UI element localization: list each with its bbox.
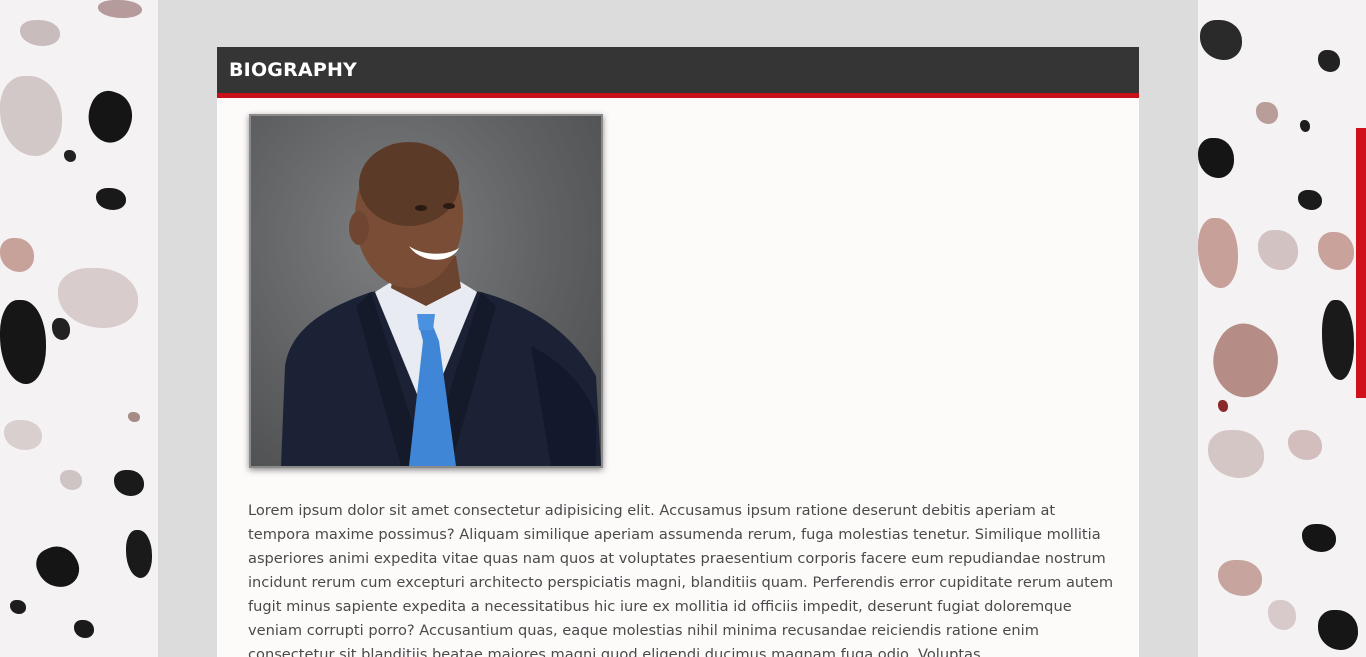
section-header: BIOGRAPHY xyxy=(217,47,1139,98)
profile-photo xyxy=(249,114,603,468)
portrait-image xyxy=(281,142,601,466)
terrazzo-background-right xyxy=(1198,0,1366,657)
biography-section: BIOGRAPHY Lorem ipsum dolor sit amet con… xyxy=(217,47,1139,657)
section-title: BIOGRAPHY xyxy=(229,59,358,81)
scroll-indicator[interactable] xyxy=(1356,128,1366,398)
biography-paragraph: Lorem ipsum dolor sit amet consectetur a… xyxy=(248,502,1114,657)
terrazzo-background-left xyxy=(0,0,158,657)
main-content-column: BIOGRAPHY Lorem ipsum dolor sit amet con… xyxy=(158,0,1198,657)
